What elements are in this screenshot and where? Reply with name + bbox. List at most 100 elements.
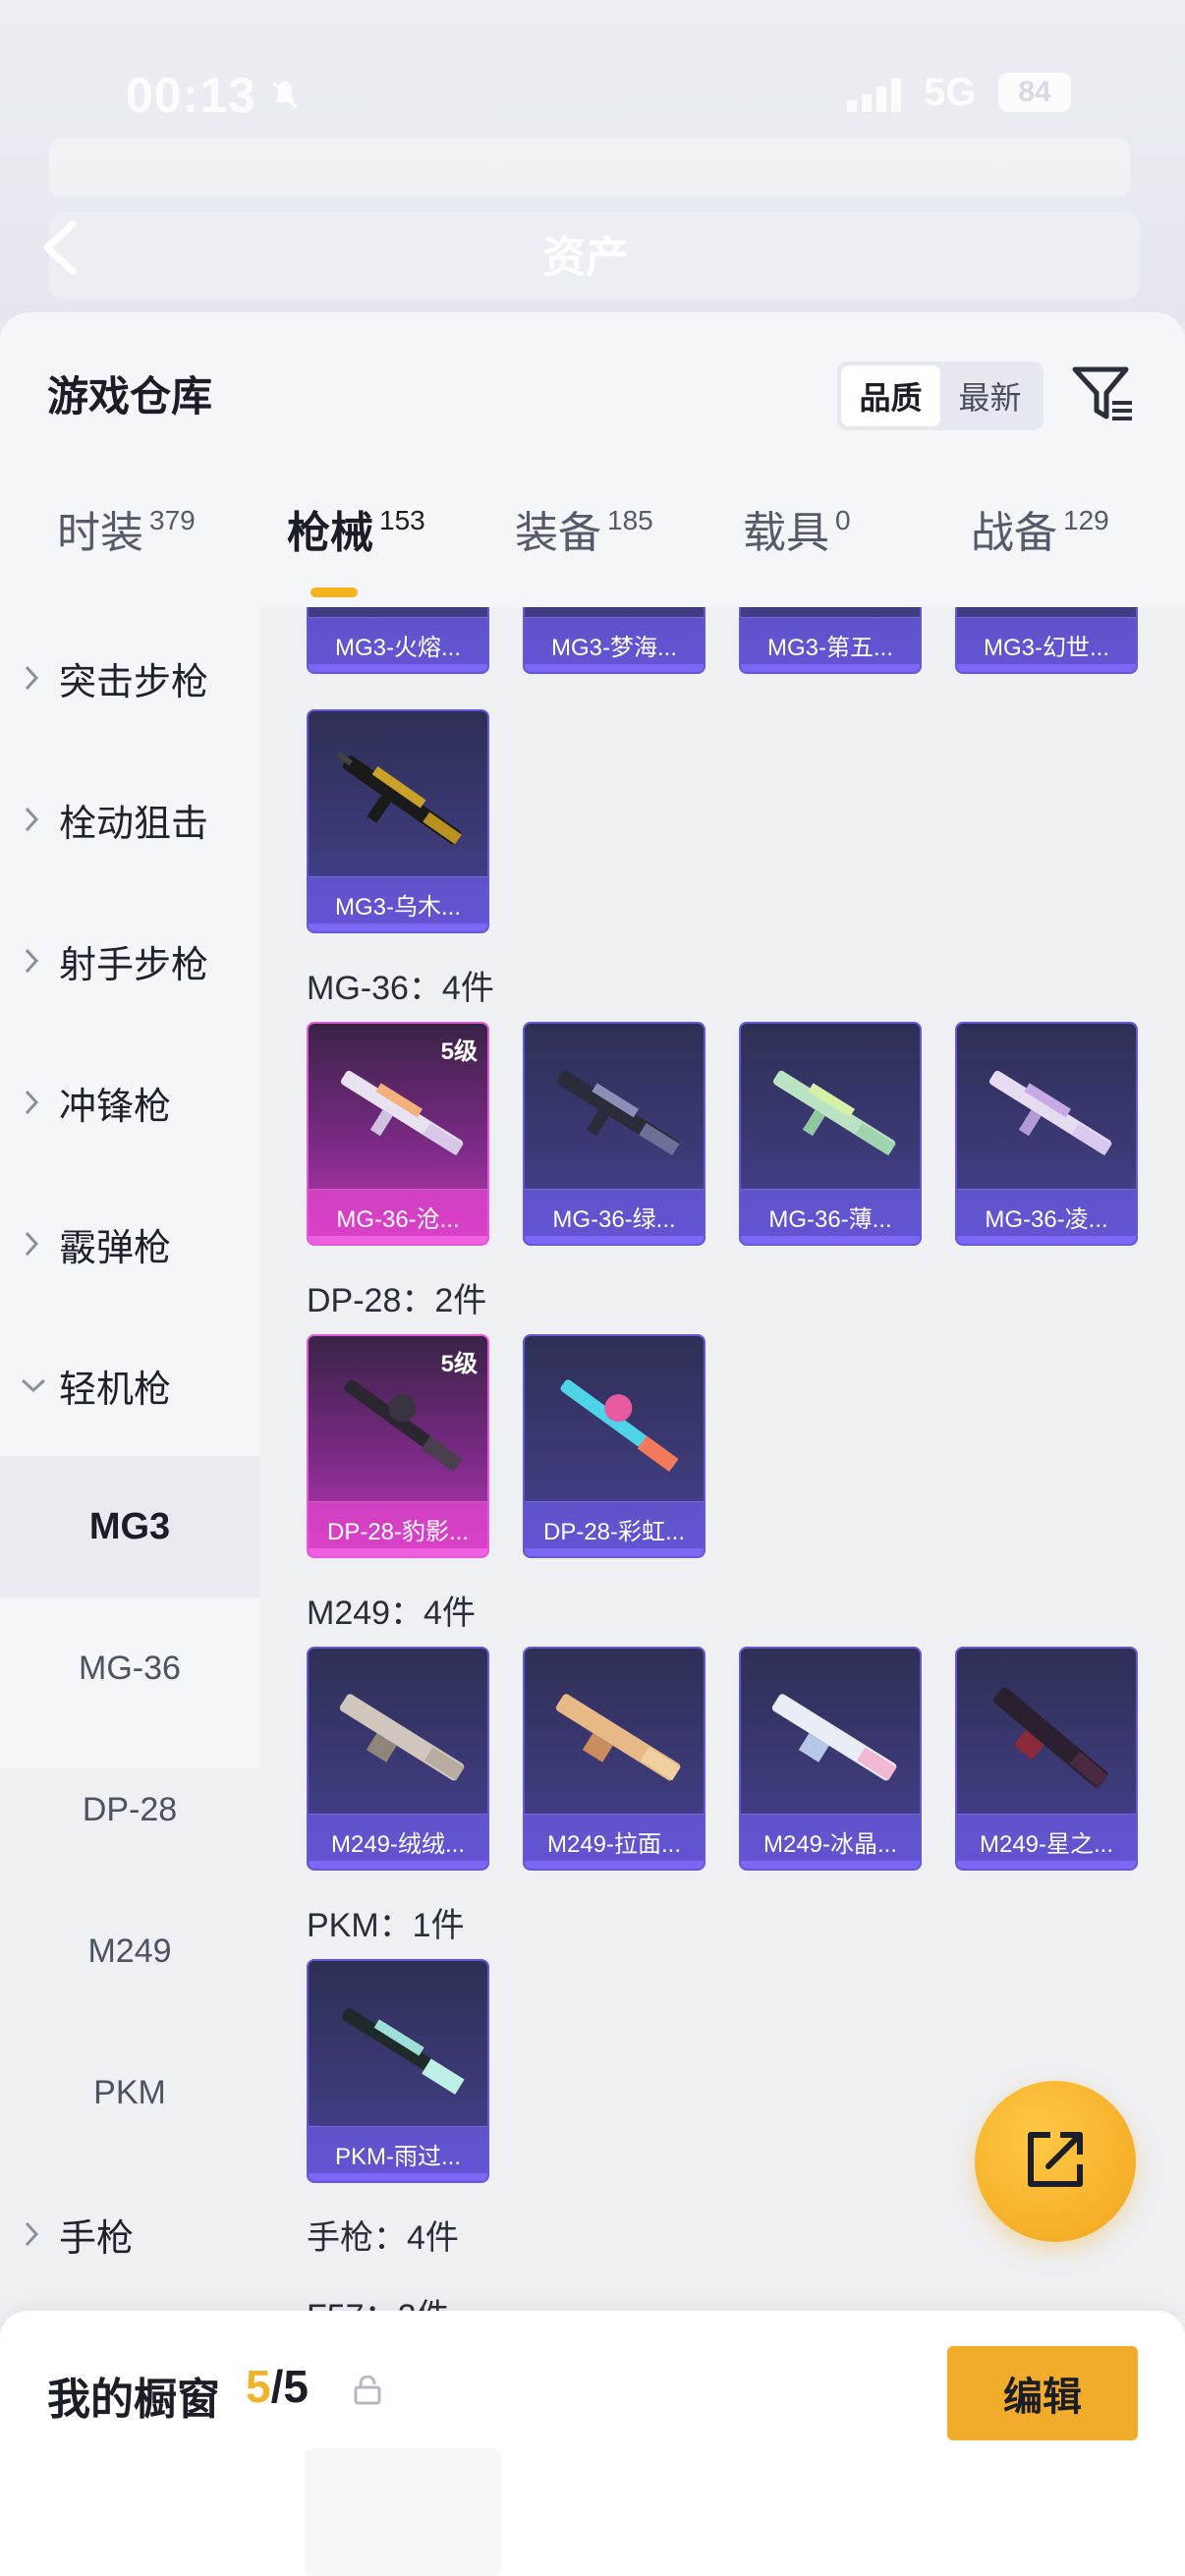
group-title: PKM：1件 [307, 1907, 465, 1944]
warehouse-sheet: 游戏仓库 品质 最新 时装 379 枪械 153 装备 185 载具 0 战备 … [0, 312, 1185, 2576]
weapon-card[interactable]: 5级 MG-36-沧... [307, 1022, 489, 1246]
card-bottom-bar [309, 1236, 487, 1244]
weapon-card[interactable]: MG3-梦海... [523, 607, 705, 674]
external-link-icon [1021, 2125, 1090, 2199]
tab-firearms[interactable]: 枪械 153 [287, 499, 425, 597]
gun-icon [538, 1045, 696, 1188]
sidebar-category-label: 手枪 [59, 2217, 135, 2260]
sidebar-subitem-label: M249 [87, 1932, 172, 1970]
tab-equipment[interactable]: 装备 185 [515, 499, 653, 597]
tab-count: 153 [379, 505, 425, 535]
mute-bell-icon [265, 75, 305, 119]
background-blur-row [49, 138, 1130, 196]
weapon-card[interactable]: MG-36-凌... [955, 1022, 1138, 1246]
weapon-card[interactable]: M249-拉面... [523, 1647, 705, 1871]
sidebar-item-shotgun[interactable]: 霰弹枪 [0, 1173, 259, 1315]
showcase-total: /5 [270, 2361, 309, 2412]
active-tab-indicator [310, 588, 358, 597]
tab-count: 0 [835, 505, 851, 535]
card-bottom-bar [525, 1548, 704, 1556]
sidebar-item-pistol[interactable]: 手枪 [0, 2163, 259, 2305]
card-bottom-bar [525, 1236, 704, 1244]
group-title: M249：4件 [307, 1595, 476, 1632]
sidebar-category-label: 霰弹枪 [59, 1227, 172, 1269]
lock-icon [354, 2375, 381, 2410]
weapon-card[interactable]: MG3-第五... [739, 607, 922, 674]
share-button[interactable] [975, 2081, 1136, 2242]
card-bottom-bar [309, 1861, 487, 1869]
weapon-card[interactable]: M249-冰晶... [739, 1647, 922, 1871]
chevron-right-icon [24, 1230, 39, 1262]
sidebar-item-marksman-rifle[interactable]: 射手步枪 [0, 890, 259, 1032]
chevron-down-icon [20, 1377, 47, 1398]
weapon-card[interactable]: MG-36-绿... [523, 1022, 705, 1246]
sidebar-category-label: 栓动狙击 [59, 803, 209, 845]
network-label: 5G [924, 71, 977, 114]
group-title: MG-36：4件 [307, 970, 494, 1007]
gun-icon [755, 1045, 912, 1188]
card-bottom-bar [309, 2173, 487, 2181]
card-bottom-bar [741, 1236, 920, 1244]
weapon-card[interactable]: PKM-雨过... [307, 1959, 489, 2183]
tab-label: 枪械 [287, 509, 373, 557]
sidebar-subitem-label: MG-36 [79, 1649, 181, 1687]
sidebar-item-assault-rifle[interactable]: 突击步枪 [0, 607, 259, 749]
gun-icon [755, 1670, 912, 1813]
showcase-title: 我的橱窗 [47, 2376, 220, 2424]
sort-option-quality[interactable]: 品质 [841, 365, 940, 426]
group-title: DP-28：2件 [307, 1282, 487, 1319]
category-tabs: 时装 379 枪械 153 装备 185 载具 0 战备 129 [0, 499, 1185, 607]
card-bottom-bar [957, 1236, 1136, 1244]
card-bottom-bar [309, 1548, 487, 1556]
gun-icon [971, 1045, 1128, 1188]
filter-icon[interactable] [1071, 364, 1134, 429]
tab-vehicles[interactable]: 载具 0 [743, 499, 851, 597]
card-bottom-bar [525, 664, 704, 672]
sidebar-subitem-label: PKM [93, 2073, 166, 2111]
edit-button[interactable]: 编辑 [947, 2346, 1138, 2440]
sidebar-subitem-dp28[interactable]: DP-28 [0, 1739, 259, 1880]
sheet-header: 游戏仓库 品质 最新 时装 379 枪械 153 装备 185 载具 0 战备 … [0, 312, 1185, 607]
sidebar-subitem-label: MG3 [88, 1505, 171, 1547]
sidebar-item-lmg[interactable]: 轻机枪 [0, 1315, 259, 1456]
weapon-card[interactable]: M249-星之... [955, 1647, 1138, 1871]
weapon-grid: MG3-火熔... MG3-梦海... MG3-第五... MG3-幻世... [259, 607, 1185, 2317]
weapon-card[interactable]: MG3-乌木... [307, 709, 489, 933]
card-bottom-bar [741, 1861, 920, 1869]
weapon-card[interactable]: DP-28-彩虹... [523, 1334, 705, 1558]
chevron-right-icon [24, 664, 39, 697]
weapon-card[interactable]: MG3-火熔... [307, 607, 489, 674]
signal-icon [847, 79, 906, 117]
weapon-card[interactable]: M249-绒绒... [307, 1647, 489, 1871]
back-arrow-icon[interactable] [39, 218, 79, 282]
tab-fashion[interactable]: 时装 379 [57, 499, 196, 597]
tab-supplies[interactable]: 战备 129 [971, 499, 1109, 597]
weapon-category-sidebar: 突击步枪 栓动狙击 射手步枪 冲锋枪 霰弹枪 轻机枪 MG3 MG-36 DP-… [0, 607, 259, 2476]
card-bottom-bar [525, 1861, 704, 1869]
showcase-bar: 我的橱窗 5/5 编辑 [0, 2311, 1185, 2576]
sidebar-item-smg[interactable]: 冲锋枪 [0, 1032, 259, 1173]
sort-option-newest[interactable]: 最新 [940, 365, 1040, 426]
weapon-card[interactable]: MG-36-薄... [739, 1022, 922, 1246]
gun-icon [322, 1045, 480, 1188]
sidebar-category-label: 轻机枪 [59, 1369, 172, 1411]
warehouse-title: 游戏仓库 [47, 373, 213, 420]
weapon-card[interactable]: 5级 DP-28-豹影... [307, 1334, 489, 1558]
showcase-used: 5 [246, 2361, 271, 2412]
app-root: 00:13 5G 84 资产 游戏仓库 品质 最新 时装 379 枪械 153 … [0, 0, 1185, 2576]
gun-icon [322, 1358, 480, 1500]
tab-label: 装备 [515, 509, 601, 557]
sidebar-category-label: 射手步枪 [59, 944, 209, 986]
card-bottom-bar [309, 924, 487, 931]
background-title: 资产 [542, 234, 629, 282]
chevron-right-icon [24, 806, 39, 838]
weapon-card[interactable]: MG3-幻世... [955, 607, 1138, 674]
sidebar-item-bolt-sniper[interactable]: 栓动狙击 [0, 749, 259, 890]
sidebar-subitem-m249[interactable]: M249 [0, 1880, 259, 2022]
sidebar-subitem-mg3[interactable]: MG3 [0, 1456, 259, 1597]
chevron-right-icon [24, 947, 39, 980]
sidebar-subitem-pkm[interactable]: PKM [0, 2022, 259, 2163]
sidebar-subitem-label: DP-28 [82, 1790, 178, 1828]
tab-count: 129 [1063, 505, 1109, 535]
sidebar-subitem-mg36[interactable]: MG-36 [0, 1597, 259, 1739]
